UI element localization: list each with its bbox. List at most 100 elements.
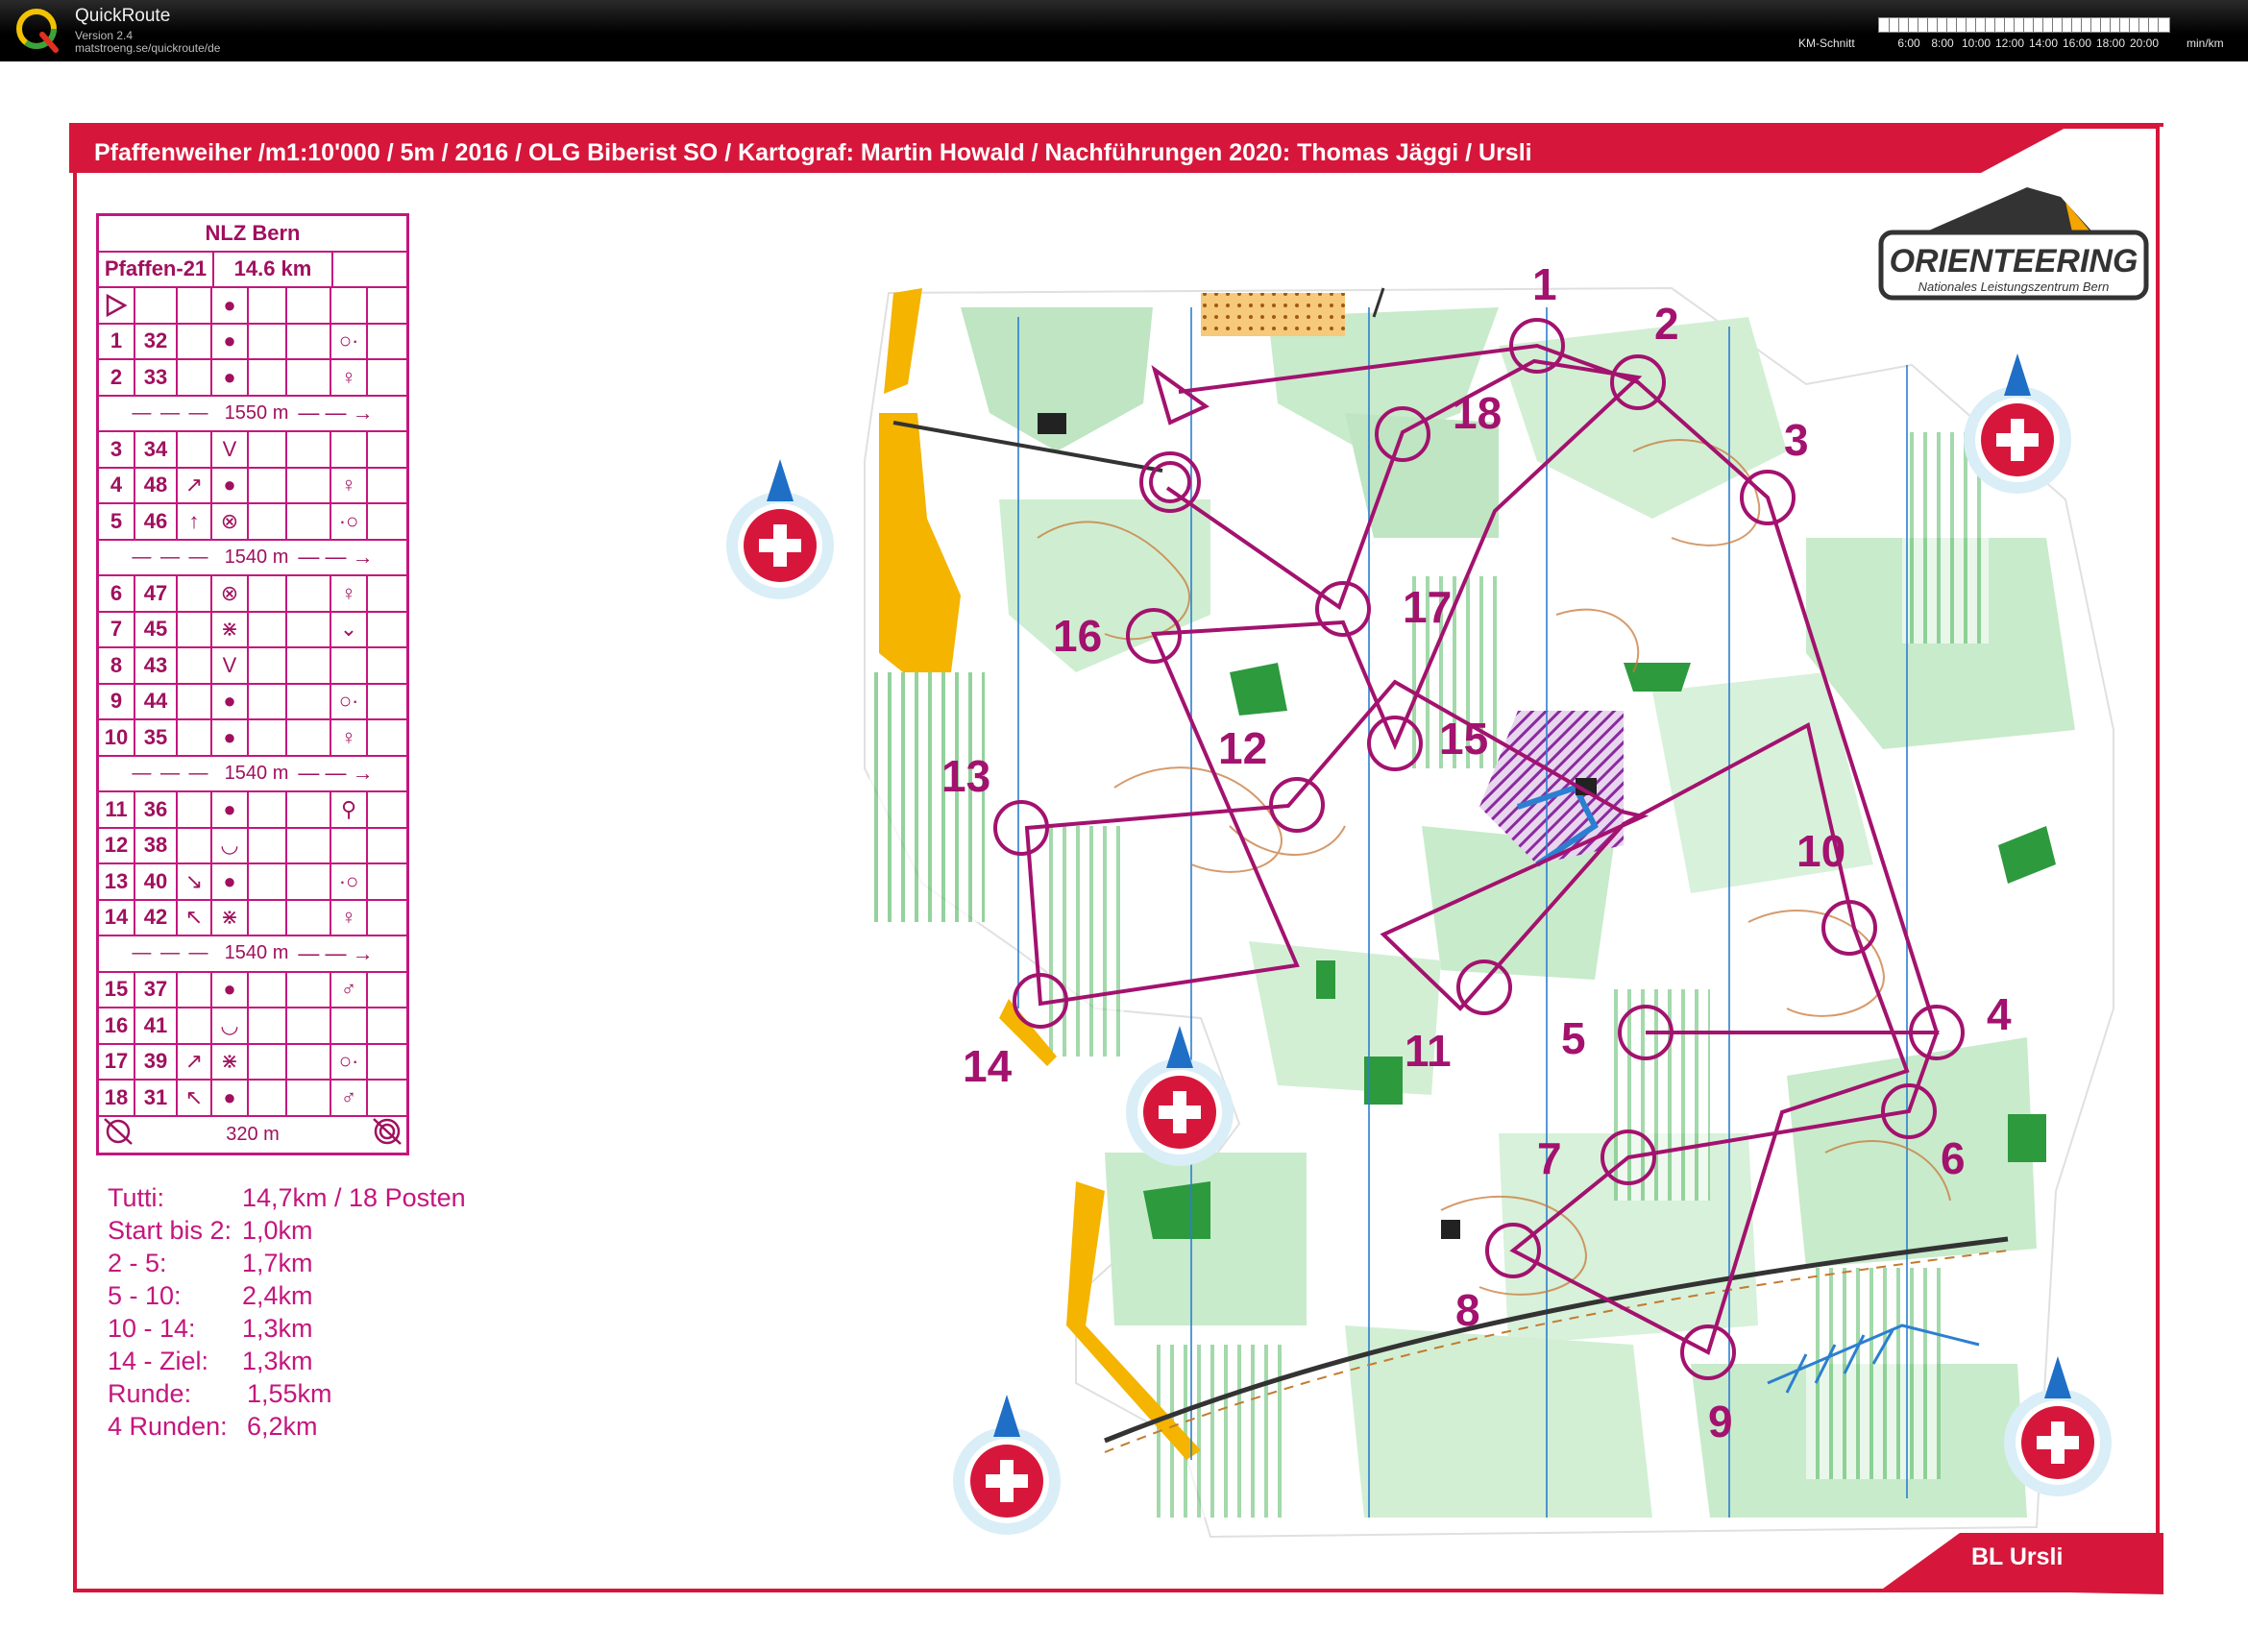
cd-dir [178,792,212,827]
cd-dir: ↑ [178,504,212,539]
cd-code: 37 [135,972,178,1007]
cd-dir [178,972,212,1007]
leg-label: 5 - 10: [108,1281,182,1310]
cd-event: NLZ Bern [205,220,301,245]
cd-control-row: 6 47 ⊗ ♀ [99,576,406,613]
control-label-3: 3 [1784,415,1809,465]
cd-dir [178,684,212,718]
cd-other [368,576,406,611]
leg-label: 4 Runden: [108,1412,228,1441]
cd-number: 16 [99,1008,135,1043]
cd-detail [249,1044,287,1079]
cd-dir [178,288,212,323]
cd-extra [331,432,368,467]
control-label-7: 7 [1537,1133,1562,1183]
cd-code: 48 [135,468,178,502]
arrow-right-icon: — — → [298,940,374,965]
control-label-14: 14 [963,1041,1013,1091]
cd-code [135,288,178,323]
leg-label: 14 - Ziel: [108,1347,209,1375]
control-label-9: 9 [1708,1397,1733,1446]
cd-control-row: 7 45 ⋇ ⌄ [99,612,406,648]
cd-control-row: 15 37 ● ♂ [99,972,406,1008]
cd-code: 44 [135,684,178,718]
cd-size [287,792,331,827]
cd-other [368,720,406,755]
cd-number: 13 [99,864,135,899]
leg-value: 1,3km [242,1314,313,1343]
cd-number: 9 [99,684,135,718]
cd-size [287,504,331,539]
cd-code: 35 [135,720,178,755]
cd-size [287,864,331,899]
control-label-5: 5 [1561,1013,1586,1063]
cd-dir [178,324,212,358]
cd-feature: ● [212,684,249,718]
control-label-18: 18 [1453,388,1502,438]
control-description-table: NLZ Bern Pfaffen-21 14.6 km ● 1 32 ● ○· 2 33 ● ♀… [96,213,409,1155]
cd-number: 6 [99,576,135,611]
cd-control-row: 11 36 ● ⚲ [99,792,406,829]
cd-number: 3 [99,432,135,467]
cd-other [368,469,406,503]
cd-feature: ◡ [212,1008,249,1043]
cd-other [368,829,406,863]
cd-number: 15 [99,972,135,1007]
leg-label: 2 - 5: [108,1249,167,1277]
cd-extra: ♀ [331,360,368,395]
cd-control-row: 2 33 ● ♀ [99,360,406,397]
leg-summary-row: 5 - 10: 2,4km [108,1279,313,1312]
cd-extra: ♂ [331,972,368,1007]
control-label-12: 12 [1218,723,1267,773]
cd-finish-distance: 320 m [226,1123,280,1145]
cd-size [287,648,331,683]
cd-other [368,648,406,683]
cd-number: 10 [99,720,135,755]
cd-code: 43 [135,648,178,683]
cd-code: 46 [135,504,178,539]
leg-value: 14,7km / 18 Posten [242,1183,466,1212]
cd-dir: ↗ [178,1044,212,1079]
cd-detail [249,720,287,755]
cd-detail [249,648,287,683]
cd-number: 8 [99,648,135,683]
cd-leg-distance: 1540 m [224,942,289,964]
leg-summary: Tutti: 14,7km / 18 Posten Start bis 2: 1,0k… [108,1181,466,1443]
cd-control-row: 9 44 ● ○· [99,684,406,720]
cd-leg: — — — 1540 m — — → [132,940,374,965]
cd-dir [178,720,212,755]
cd-control-row: 18 31 ↖ ● ♂ [99,1081,406,1117]
cd-control-row: 13 40 ↘ ● ·○ [99,864,406,901]
cd-dir: ↘ [178,864,212,899]
cd-code: 36 [135,792,178,827]
cd-feature: ⋇ [212,900,249,935]
cd-course-row: Pfaffen-21 14.6 km [99,252,406,288]
leg-value: 6,2km [247,1412,318,1441]
cd-other [368,792,406,827]
cd-finish: 320 m [99,1117,406,1154]
cd-code: 42 [135,900,178,935]
cd-size [287,432,331,467]
cd-extra: ⌄ [331,612,368,646]
cd-detail [249,324,287,358]
cd-event-row: NLZ Bern [99,216,406,253]
cd-leg: — — — 1540 m — — → [132,545,374,570]
cd-feature: V [212,648,249,683]
cd-feature: ● [212,720,249,755]
cd-other [368,901,406,935]
leg-value: 1,0km [242,1216,313,1245]
cd-number: 1 [99,324,135,358]
cd-dir [178,648,212,683]
control-label-4: 4 [1987,989,2012,1039]
leg-summary-row: Tutti: 14,7km / 18 Posten [108,1181,466,1214]
cd-code: 40 [135,864,178,899]
cd-dir: ↖ [178,1081,212,1115]
leg-summary-row: 4 Runden: 6,2km [108,1410,318,1443]
cd-control-row: 8 43 V [99,648,406,685]
cd-feature: ● [212,288,249,323]
cd-other [368,1045,406,1080]
cd-detail [249,1008,287,1043]
leg-value: 1,3km [242,1347,313,1375]
cd-extra [331,288,368,323]
cd-code: 47 [135,576,178,611]
